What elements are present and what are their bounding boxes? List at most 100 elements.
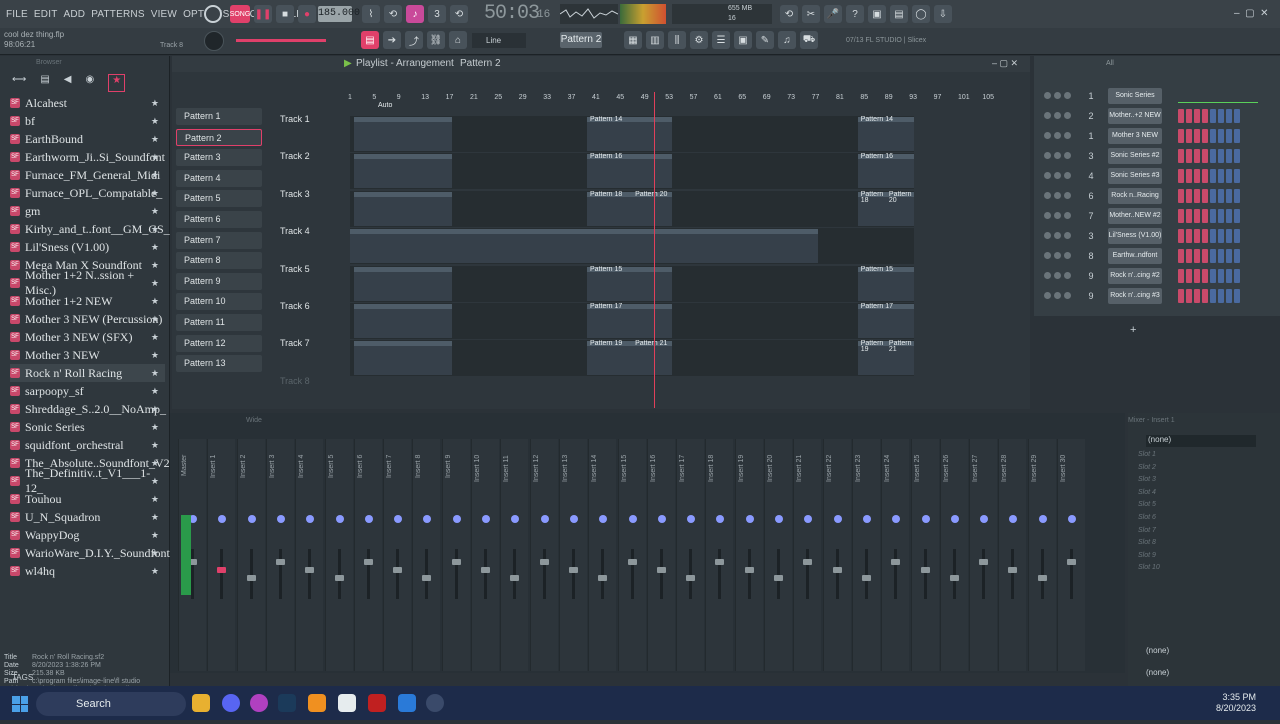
pan-knob[interactable]: [423, 515, 432, 523]
step-button[interactable]: [1218, 109, 1224, 123]
download-icon[interactable]: ⇩: [934, 5, 952, 23]
channel-knob-icon[interactable]: [1064, 152, 1071, 159]
mixer-strip[interactable]: Insert 1: [207, 439, 236, 671]
step-button[interactable]: [1178, 229, 1184, 243]
step-button[interactable]: [1178, 129, 1184, 143]
browser-item[interactable]: SF squidfont_orchestral ★: [10, 436, 165, 454]
pan-knob[interactable]: [569, 515, 578, 523]
track-label[interactable]: Track 2: [280, 151, 340, 161]
volume-fader[interactable]: [920, 549, 930, 599]
volume-fader[interactable]: [832, 549, 842, 599]
chat-icon[interactable]: ◯: [912, 5, 930, 23]
pan-knob[interactable]: [657, 515, 666, 523]
playlist-window-controls[interactable]: – ▢ ✕: [992, 58, 1018, 69]
news-icon[interactable]: ▤: [890, 5, 908, 23]
channel-name-button[interactable]: Rock n'..cing #3: [1108, 288, 1162, 304]
channel-number[interactable]: 6: [1084, 187, 1098, 205]
step-button[interactable]: [1210, 109, 1216, 123]
window-controls[interactable]: – ▢ ✕: [1234, 8, 1269, 19]
fader-handle[interactable]: [803, 559, 813, 565]
favorite-star-icon[interactable]: ★: [151, 152, 159, 163]
effect-slot[interactable]: Slot 8: [1138, 539, 1273, 551]
channel-knob-icon[interactable]: [1044, 192, 1051, 199]
volume-fader[interactable]: [979, 549, 989, 599]
favorite-star-icon[interactable]: ★: [151, 242, 159, 253]
step-button[interactable]: [1202, 209, 1208, 223]
step-button[interactable]: [1218, 269, 1224, 283]
pan-knob[interactable]: [452, 515, 461, 523]
folder-icon[interactable]: ▣: [734, 31, 752, 49]
pan-knob[interactable]: [833, 515, 842, 523]
step-button[interactable]: [1202, 249, 1208, 263]
track-lane[interactable]: Pattern 19 Pattern 21 Pattern 19 Pattern 21: [350, 340, 915, 377]
channel-row[interactable]: 6 Rock n..Racing: [1038, 187, 1276, 205]
browser-item[interactable]: SF bf ★: [10, 112, 165, 130]
clip[interactable]: Pattern 19: [587, 340, 633, 376]
channel-knob-icon[interactable]: [1064, 252, 1071, 259]
menu-view[interactable]: VIEW: [151, 9, 177, 20]
favorite-star-icon[interactable]: ★: [151, 548, 159, 559]
pan-knob[interactable]: [804, 515, 813, 523]
mixer-strip[interactable]: Insert 18: [705, 439, 734, 671]
volume-fader[interactable]: [1067, 549, 1076, 599]
channel-knob-icon[interactable]: [1054, 252, 1061, 259]
clip[interactable]: [354, 191, 452, 226]
steam-icon[interactable]: [278, 694, 296, 712]
mixer-strip[interactable]: Insert 24: [881, 439, 910, 671]
pattern-item[interactable]: Pattern 6: [176, 211, 262, 228]
pattern-item[interactable]: Pattern 13: [176, 355, 262, 373]
step-button[interactable]: [1178, 269, 1184, 283]
mixer-strip[interactable]: Insert 10: [471, 439, 499, 671]
favorite-star-icon[interactable]: ★: [151, 494, 159, 505]
volume-fader[interactable]: [568, 549, 578, 599]
track-label[interactable]: Track 3: [280, 189, 340, 199]
clip[interactable]: Pattern 15: [587, 266, 672, 301]
pan-knob[interactable]: [364, 515, 373, 523]
step-button[interactable]: [1218, 169, 1224, 183]
mixer-strip[interactable]: Insert 11: [500, 439, 529, 671]
step-button[interactable]: [1202, 269, 1208, 283]
pan-knob[interactable]: [628, 515, 637, 523]
channel-number[interactable]: 9: [1084, 287, 1098, 305]
step-button[interactable]: [1234, 189, 1240, 203]
track-lane[interactable]: [350, 228, 914, 265]
fader-handle[interactable]: [920, 567, 930, 573]
undo-icon[interactable]: ⟲: [780, 5, 798, 23]
volume-fader[interactable]: [774, 549, 783, 599]
mixer-strip[interactable]: Insert 30: [1057, 439, 1085, 671]
nav-arrows-icon[interactable]: ⟷: [12, 74, 26, 92]
step-button[interactable]: [1194, 249, 1200, 263]
mixer-strip[interactable]: Insert 20: [764, 439, 792, 671]
pan-knob[interactable]: [1068, 515, 1076, 523]
fader-handle[interactable]: [363, 559, 373, 565]
step-button[interactable]: [1234, 229, 1240, 243]
fader-handle[interactable]: [393, 567, 403, 573]
fader-handle[interactable]: [275, 559, 285, 565]
fader-handle[interactable]: [686, 575, 696, 581]
channel-number[interactable]: 8: [1084, 247, 1098, 265]
volume-fader[interactable]: [803, 549, 813, 599]
step-button[interactable]: [1234, 269, 1240, 283]
paint-icon[interactable]: [398, 694, 416, 712]
step-button[interactable]: [1210, 209, 1216, 223]
fader-handle[interactable]: [1008, 567, 1018, 573]
step-button[interactable]: [1234, 149, 1240, 163]
clip[interactable]: [354, 341, 452, 376]
fader-handle[interactable]: [305, 567, 315, 573]
step-button[interactable]: [1210, 149, 1216, 163]
favorite-star-icon[interactable]: ★: [151, 278, 159, 289]
favorite-star-icon[interactable]: ★: [151, 422, 159, 433]
fader-handle[interactable]: [861, 575, 871, 581]
step-button[interactable]: [1226, 289, 1232, 303]
step-button[interactable]: [1226, 149, 1232, 163]
pan-knob[interactable]: [599, 515, 608, 523]
fader-handle[interactable]: [510, 575, 520, 581]
channel-knob-icon[interactable]: [1064, 232, 1071, 239]
step-button[interactable]: [1202, 129, 1208, 143]
favorite-star-icon[interactable]: ★: [151, 206, 159, 217]
step-button[interactable]: [1218, 209, 1224, 223]
mixer-strip[interactable]: Insert 6: [353, 439, 382, 671]
step-button[interactable]: [1186, 269, 1192, 283]
channel-row[interactable]: 1 Sonic Series: [1038, 87, 1276, 105]
channel-name-button[interactable]: Lil'Sness (V1.00): [1108, 228, 1162, 244]
